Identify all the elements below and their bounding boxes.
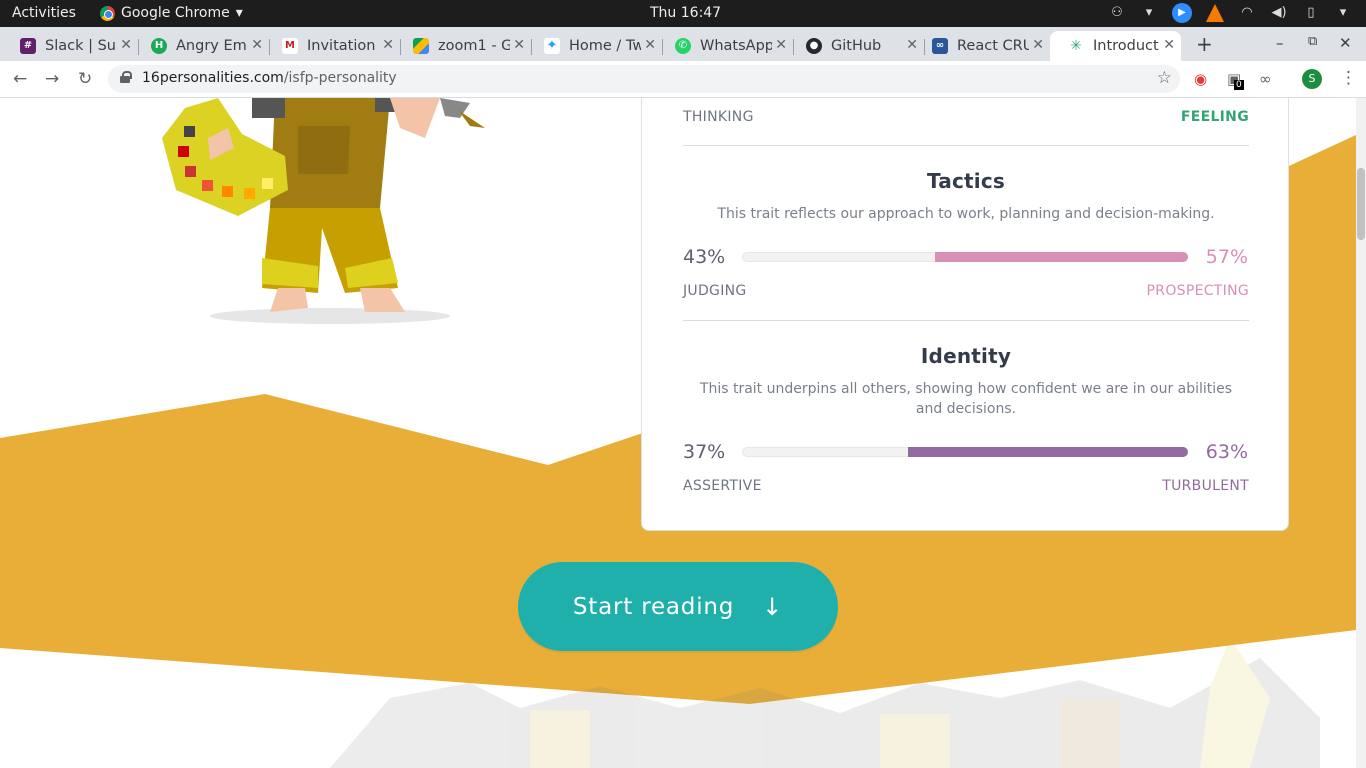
slack-icon: # <box>20 38 36 54</box>
page-scrollbar[interactable] <box>1356 98 1366 768</box>
glasses-extension-icon[interactable]: ∞ <box>1259 70 1272 88</box>
tactics-bar[interactable] <box>742 252 1188 262</box>
wifi-icon[interactable]: ◠ <box>1238 4 1256 22</box>
tab-title: GitHub <box>831 38 882 54</box>
identity-left-percent: 37% <box>683 441 726 463</box>
assertive-label: ASSERTIVE <box>683 478 762 494</box>
browser-toolbar: ← → ↻ 16personalities.com/isfp-personali… <box>0 61 1366 98</box>
bookmark-star-icon[interactable]: ☆ <box>1157 68 1172 88</box>
url-text[interactable]: 16personalities.com/isfp-personality <box>142 70 397 86</box>
vlc-icon[interactable] <box>1206 4 1224 22</box>
tab-drive[interactable]: zoom1 - G ✕ <box>395 31 532 61</box>
chevron-down-icon: ▾ <box>235 5 243 21</box>
restore-button[interactable]: ⧉ <box>1308 34 1317 49</box>
tab-react-crud[interactable]: ∞ React CRU ✕ <box>914 31 1050 61</box>
judging-label: JUDGING <box>683 283 747 299</box>
prospecting-label: PROSPECTING <box>1146 283 1249 299</box>
chevron-down-icon[interactable]: ▾ <box>1140 4 1158 22</box>
zoom-icon[interactable]: ▶ <box>1172 3 1192 23</box>
address-bar[interactable]: 16personalities.com/isfp-personality ☆ <box>108 65 1180 93</box>
divider <box>683 320 1249 321</box>
close-icon[interactable]: ✕ <box>644 37 656 53</box>
tab-title: Slack | Sur <box>45 38 117 54</box>
tab-title: Angry Em <box>176 38 247 54</box>
tab-github[interactable]: ● GitHub ✕ <box>788 31 925 61</box>
app-name: Google Chrome <box>121 5 230 21</box>
hacker-icon: H <box>151 38 167 54</box>
github-icon: ● <box>806 38 822 54</box>
accessibility-icon[interactable]: ⚇ <box>1108 4 1126 22</box>
identity-description: This trait underpins all others, showing… <box>699 381 1233 417</box>
battery-icon[interactable]: ▯ <box>1302 4 1320 22</box>
tab-whatsapp[interactable]: ✆ WhatsApp ✕ <box>657 31 794 61</box>
tab-slack[interactable]: # Slack | Sur ✕ <box>2 31 139 61</box>
window-close-button[interactable]: ✕ <box>1339 34 1352 52</box>
extension-icon[interactable]: ▣ 0 <box>1227 70 1244 90</box>
tab-title: Introduct <box>1093 38 1159 54</box>
back-button[interactable]: ← <box>13 69 27 89</box>
tactics-title: Tactics <box>927 169 1005 193</box>
twitter-icon: ✦ <box>544 38 560 54</box>
tab-title: Invitation <box>307 38 376 54</box>
chrome-menu-button[interactable]: ⋮ <box>1340 68 1357 88</box>
new-tab-button[interactable]: + <box>1196 32 1213 56</box>
identity-bar-fill <box>908 447 1188 457</box>
turbulent-label: TURBULENT <box>1162 478 1249 494</box>
volume-icon[interactable]: ◀) <box>1270 4 1288 22</box>
start-reading-label: Start reading <box>572 593 735 620</box>
app-menu[interactable]: Google Chrome ▾ <box>100 5 243 21</box>
tab-twitter[interactable]: ✦ Home / Tw ✕ <box>526 31 663 61</box>
tactics-left-percent: 43% <box>683 246 726 268</box>
identity-bar[interactable] <box>742 447 1188 457</box>
tab-title: Home / Tw <box>569 38 641 54</box>
tab-title: WhatsApp <box>700 38 772 54</box>
close-icon[interactable]: ✕ <box>513 37 525 53</box>
tab-angry-email[interactable]: H Angry Em ✕ <box>133 31 270 61</box>
tactics-bar-fill <box>934 252 1188 262</box>
reload-button[interactable]: ↻ <box>78 69 92 89</box>
tactics-description: This trait reflects our approach to work… <box>717 206 1215 222</box>
start-reading-button[interactable]: Start reading ↓ <box>518 562 838 651</box>
whatsapp-icon: ✆ <box>675 38 691 54</box>
scrollbar-thumb[interactable] <box>1357 168 1365 240</box>
chevron-down-icon[interactable]: ▾ <box>1334 4 1352 22</box>
lock-icon[interactable] <box>120 71 132 83</box>
close-icon[interactable]: ✕ <box>120 37 132 53</box>
google-drive-icon <box>413 38 429 54</box>
close-icon[interactable]: ✕ <box>775 37 787 53</box>
profile-avatar[interactable]: S <box>1302 69 1322 89</box>
activities-button[interactable]: Activities <box>12 5 76 21</box>
tab-strip: # Slack | Sur ✕ H Angry Em ✕ M Invitatio… <box>0 27 1366 61</box>
tactics-right-percent: 57% <box>1205 246 1248 268</box>
infinity-icon: ∞ <box>932 38 948 54</box>
system-tray: ⚇ ▾ ▶ ◠ ◀) ▯ ▾ <box>1108 3 1352 23</box>
tab-gmail[interactable]: M Invitation ✕ <box>264 31 401 61</box>
identity-title: Identity <box>920 344 1012 368</box>
identity-right-percent: 63% <box>1205 441 1248 463</box>
page-content: THINKING FEELING Tactics This trait refl… <box>0 98 1356 768</box>
gmail-icon: M <box>282 38 298 54</box>
close-icon[interactable]: ✕ <box>1163 37 1175 53</box>
system-top-bar: Activities Google Chrome ▾ Thu 16:47 ⚇ ▾… <box>0 0 1366 27</box>
tab-title: zoom1 - G <box>438 38 510 54</box>
traits-card: THINKING FEELING Tactics This trait refl… <box>641 98 1289 531</box>
feeling-label: FEELING <box>1180 109 1249 125</box>
thinking-label: THINKING <box>683 109 754 125</box>
close-icon[interactable]: ✕ <box>251 37 263 53</box>
close-icon[interactable]: ✕ <box>382 37 394 53</box>
chrome-icon <box>100 5 115 21</box>
forward-button[interactable]: → <box>45 69 59 89</box>
16personalities-icon: ✳ <box>1068 38 1084 54</box>
minimize-button[interactable]: – <box>1276 34 1284 52</box>
grammarly-extension-icon[interactable]: ◉ <box>1194 70 1207 88</box>
clock[interactable]: Thu 16:47 <box>650 5 721 21</box>
arrow-down-icon: ↓ <box>762 592 784 621</box>
tab-16personalities[interactable]: ✳ Introduct ✕ <box>1050 31 1181 61</box>
close-icon[interactable]: ✕ <box>1032 37 1044 53</box>
divider <box>683 145 1249 146</box>
tab-title: React CRU <box>957 38 1029 54</box>
